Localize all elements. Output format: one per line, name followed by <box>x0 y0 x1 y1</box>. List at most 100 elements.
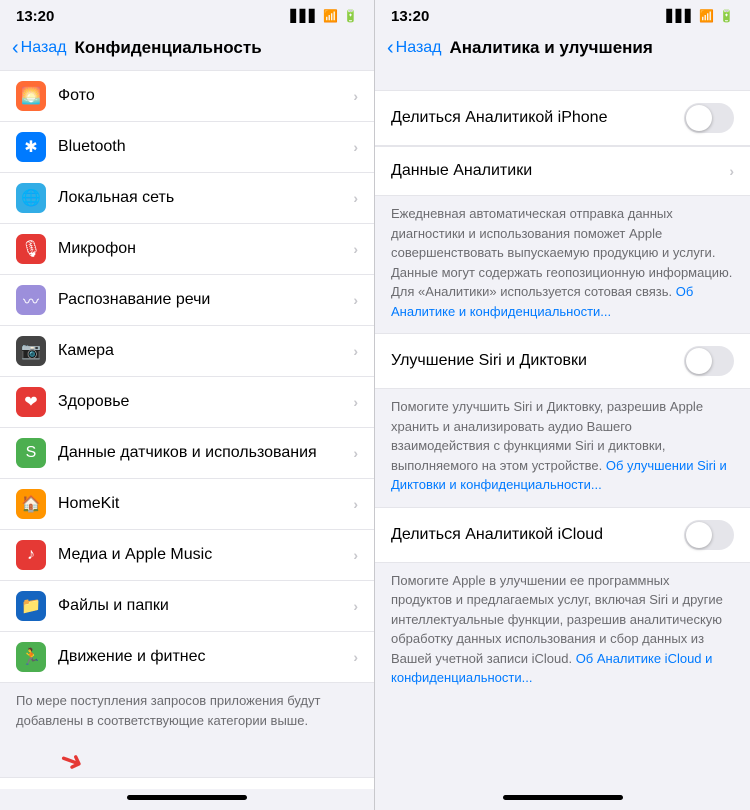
analytics-section-analytics-data: Данные Аналитики › Ежедневная автоматиче… <box>375 146 750 333</box>
chevron-speech: › <box>353 292 358 308</box>
battery-icon-right: 🔋 <box>719 9 734 23</box>
toggle-knob-share-analytics <box>686 105 712 131</box>
chevron-bluetooth: › <box>353 139 358 155</box>
analytics-link-icloud-analytics[interactable]: Об Аналитике iCloud и конфиденциальности… <box>391 651 712 686</box>
analytics-row-analytics-data[interactable]: Данные Аналитики › <box>375 146 750 196</box>
label-homekit: HomeKit <box>58 495 353 513</box>
settings-item-sensors[interactable]: S Данные датчиков и использования › <box>0 428 374 479</box>
settings-item-bluetooth[interactable]: ✱ Bluetooth › <box>0 122 374 173</box>
label-media: Медиа и Apple Music <box>58 546 353 564</box>
icon-homekit: 🏠 <box>16 489 46 519</box>
settings-item-files[interactable]: 📁 Файлы и папки › <box>0 581 374 632</box>
battery-icon: 🔋 <box>343 9 358 23</box>
bottom-items-group: Аналитика и улучшения › Реклама от Apple… <box>0 777 374 789</box>
wifi-icon-right: 📶 <box>699 9 714 23</box>
chevron-media: › <box>353 547 358 563</box>
chevron-homekit: › <box>353 496 358 512</box>
icon-bluetooth: ✱ <box>16 132 46 162</box>
home-bar-right <box>503 795 623 800</box>
icon-speech: 〰 <box>16 285 46 315</box>
page-title-left: Конфиденциальность <box>75 38 262 58</box>
chevron-photos: › <box>353 88 358 104</box>
settings-item-microphone[interactable]: 🎙 Микрофон › <box>0 224 374 275</box>
chevron-files: › <box>353 598 358 614</box>
chevron-camera: › <box>353 343 358 359</box>
status-icons-right: ▋▋▋ 📶 🔋 <box>666 9 734 23</box>
chevron-analytics-data: › <box>729 163 734 179</box>
icon-files: 📁 <box>16 591 46 621</box>
label-camera: Камера <box>58 342 353 360</box>
settings-item-media[interactable]: ♪ Медиа и Apple Music › <box>0 530 374 581</box>
label-microphone: Микрофон <box>58 240 353 258</box>
chevron-sensors: › <box>353 445 358 461</box>
analytics-label-siri-improvement: Улучшение Siri и Диктовки <box>391 352 684 370</box>
label-photos: Фото <box>58 87 353 105</box>
right-panel: 13:20 ▋▋▋ 📶 🔋 ‹ Назад Аналитика и улучше… <box>375 0 750 810</box>
back-chevron-icon-right: ‹ <box>387 37 394 60</box>
chevron-microphone: › <box>353 241 358 257</box>
icon-camera: 📷 <box>16 336 46 366</box>
label-health: Здоровье <box>58 393 353 411</box>
analytics-content: Делиться Аналитикой iPhone Данные Аналит… <box>375 70 750 789</box>
back-chevron-icon: ‹ <box>12 37 19 60</box>
icon-media: ♪ <box>16 540 46 570</box>
icon-motion: 🏃 <box>16 642 46 672</box>
analytics-desc-analytics-data: Ежедневная автоматическая отправка данны… <box>375 196 750 333</box>
back-button-right[interactable]: ‹ Назад <box>387 37 442 60</box>
bottom-item-analytics[interactable]: Аналитика и улучшения › <box>0 777 374 789</box>
settings-item-photos[interactable]: 🌅 Фото › <box>0 70 374 122</box>
back-label-right: Назад <box>396 39 442 57</box>
settings-item-camera[interactable]: 📷 Камера › <box>0 326 374 377</box>
icon-sensors: S <box>16 438 46 468</box>
settings-item-health[interactable]: ❤ Здоровье › <box>0 377 374 428</box>
status-icons-left: ▋▋▋ 📶 🔋 <box>290 9 358 23</box>
label-files: Файлы и папки <box>58 597 353 615</box>
chevron-motion: › <box>353 649 358 665</box>
wifi-icon: 📶 <box>323 9 338 23</box>
icon-microphone: 🎙 <box>16 234 46 264</box>
toggle-siri-improvement[interactable] <box>684 346 734 376</box>
label-speech: Распознавание речи <box>58 291 353 309</box>
left-panel: 13:20 ▋▋▋ 📶 🔋 ‹ Назад Конфиденциальность… <box>0 0 375 810</box>
label-motion: Движение и фитнес <box>58 648 353 666</box>
back-button-left[interactable]: ‹ Назад <box>12 37 67 60</box>
analytics-section-share-analytics: Делиться Аналитикой iPhone <box>375 90 750 146</box>
toggle-icloud-analytics[interactable] <box>684 520 734 550</box>
chevron-health: › <box>353 394 358 410</box>
toggle-share-analytics[interactable] <box>684 103 734 133</box>
status-bar-left: 13:20 ▋▋▋ 📶 🔋 <box>0 0 374 30</box>
analytics-row-share-analytics[interactable]: Делиться Аналитикой iPhone <box>375 90 750 146</box>
red-arrow-icon: ➜ <box>55 741 88 780</box>
settings-item-local-network[interactable]: 🌐 Локальная сеть › <box>0 173 374 224</box>
analytics-desc-icloud-analytics: Помогите Apple в улучшении ее программны… <box>375 563 750 700</box>
analytics-section-icloud-analytics: Делиться Аналитикой iCloud Помогите Appl… <box>375 507 750 700</box>
analytics-desc-siri-improvement: Помогите улучшить Siri и Диктовку, разре… <box>375 389 750 507</box>
chevron-local-network: › <box>353 190 358 206</box>
label-local-network: Локальная сеть <box>58 189 353 207</box>
toggle-knob-icloud-analytics <box>686 522 712 548</box>
settings-note: По мере поступления запросов приложения … <box>0 683 374 740</box>
settings-item-motion[interactable]: 🏃 Движение и фитнес › <box>0 632 374 683</box>
settings-item-speech[interactable]: 〰 Распознавание речи › <box>0 275 374 326</box>
nav-bar-right: ‹ Назад Аналитика и улучшения <box>375 30 750 70</box>
settings-group-main: 🌅 Фото › ✱ Bluetooth › 🌐 Локальная сеть … <box>0 70 374 683</box>
home-bar-left <box>127 795 247 800</box>
time-left: 13:20 <box>16 8 54 25</box>
arrow-container: ➜ <box>0 740 374 777</box>
label-sensors: Данные датчиков и использования <box>58 444 353 462</box>
analytics-row-icloud-analytics[interactable]: Делиться Аналитикой iCloud <box>375 507 750 563</box>
analytics-row-siri-improvement[interactable]: Улучшение Siri и Диктовки <box>375 333 750 389</box>
analytics-label-analytics-data: Данные Аналитики <box>391 162 729 180</box>
analytics-link-analytics-data[interactable]: Об Аналитике и конфиденциальности... <box>391 284 693 319</box>
time-right: 13:20 <box>391 8 429 25</box>
status-bar-right: 13:20 ▋▋▋ 📶 🔋 <box>375 0 750 30</box>
settings-item-homekit[interactable]: 🏠 HomeKit › <box>0 479 374 530</box>
back-label-left: Назад <box>21 39 67 57</box>
icon-photos: 🌅 <box>16 81 46 111</box>
label-bluetooth: Bluetooth <box>58 138 353 156</box>
settings-list: 🌅 Фото › ✱ Bluetooth › 🌐 Локальная сеть … <box>0 70 374 789</box>
icon-health: ❤ <box>16 387 46 417</box>
toggle-knob-siri-improvement <box>686 348 712 374</box>
analytics-link-siri-improvement[interactable]: Об улучшении Siri и Диктовки и конфиденц… <box>391 458 727 493</box>
signal-icon: ▋▋▋ <box>290 9 318 23</box>
